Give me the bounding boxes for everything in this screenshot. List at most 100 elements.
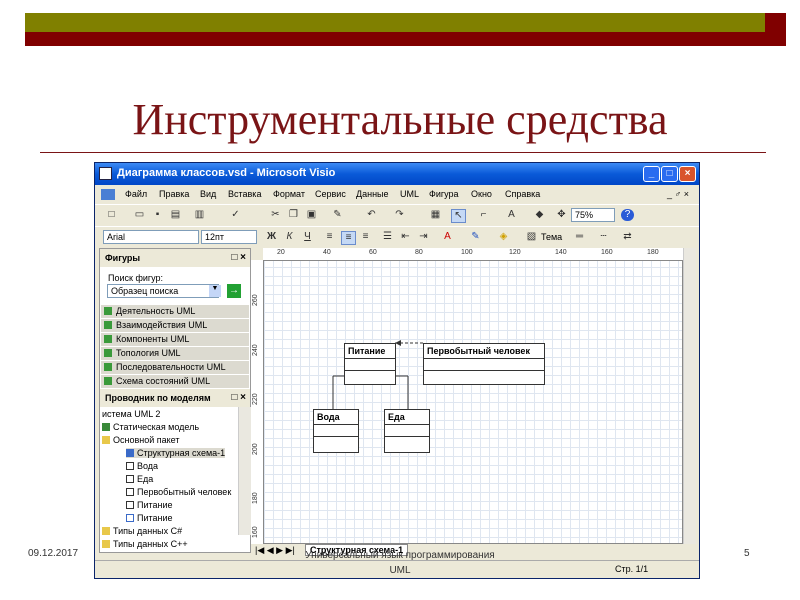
- save-icon[interactable]: ▪: [151, 209, 164, 221]
- theme-icon[interactable]: ▧: [525, 231, 538, 243]
- menu-view[interactable]: Вид: [200, 189, 216, 199]
- class-attributes: [314, 425, 358, 437]
- menu-tools[interactable]: Сервис: [315, 189, 346, 199]
- tree-item-main-package[interactable]: Основной пакет: [102, 435, 180, 445]
- shapes-icon[interactable]: ▦: [429, 209, 442, 221]
- format-painter-icon[interactable]: ✎: [331, 209, 344, 221]
- font-combo[interactable]: Arial: [103, 230, 199, 244]
- menu-bar: Файл Правка Вид Вставка Формат Сервис Да…: [95, 185, 699, 203]
- class-icon: [126, 462, 134, 470]
- class-operations: [314, 437, 358, 448]
- italic-icon[interactable]: К: [283, 231, 296, 243]
- tree-item-diagram[interactable]: Структурная схема-1: [126, 448, 226, 458]
- uml-class-primitive-man[interactable]: Первобытный человек: [423, 343, 545, 385]
- theme-label[interactable]: Тема: [541, 232, 562, 242]
- align-center-icon[interactable]: ≡: [341, 231, 356, 245]
- line-weight-icon[interactable]: ═: [573, 231, 586, 243]
- class-name: Первобытный человек: [424, 344, 544, 359]
- menu-shape[interactable]: Фигура: [429, 189, 459, 199]
- underline-icon[interactable]: Ч: [301, 231, 314, 243]
- align-right-icon[interactable]: ≡: [359, 231, 372, 243]
- shapes-pane-header: Фигуры □ ×: [100, 249, 250, 267]
- stencil-sequence[interactable]: Последовательности UML: [101, 361, 249, 375]
- stencil-component[interactable]: Компоненты UML: [101, 333, 249, 347]
- new-icon[interactable]: □: [105, 209, 118, 221]
- print-icon[interactable]: ▤: [169, 209, 182, 221]
- fill-color-icon[interactable]: ◈: [497, 231, 510, 243]
- uml-class-water[interactable]: Вода: [313, 409, 359, 453]
- print-preview-icon[interactable]: ▥: [193, 209, 206, 221]
- class-icon: [126, 475, 134, 483]
- doc-icon[interactable]: [101, 189, 115, 200]
- undo-icon[interactable]: ↶: [365, 209, 378, 221]
- stencil-deployment[interactable]: Топология UML: [101, 347, 249, 361]
- pane-close-icon[interactable]: □ ×: [231, 252, 246, 263]
- menu-insert[interactable]: Вставка: [228, 189, 261, 199]
- search-go-icon[interactable]: →: [227, 284, 241, 298]
- tree-item-static-model[interactable]: Статическая модель: [102, 422, 199, 432]
- maroon-corner: [765, 13, 786, 32]
- zoom-combo[interactable]: 75%: [571, 208, 615, 222]
- increase-indent-icon[interactable]: ⇥: [417, 231, 430, 243]
- menu-window[interactable]: Окно: [471, 189, 492, 199]
- line-pattern-icon[interactable]: ┄: [597, 231, 610, 243]
- stencil-activity[interactable]: Деятельность UML: [101, 305, 249, 319]
- canvas-vertical-scrollbar[interactable]: [683, 248, 696, 544]
- folder-icon: [102, 436, 110, 444]
- class-operations: [345, 371, 395, 382]
- spelling-icon[interactable]: ✓: [229, 209, 242, 221]
- bullets-icon[interactable]: ☰: [381, 231, 394, 243]
- menu-file[interactable]: Файл: [125, 189, 147, 199]
- pointer-tool-icon[interactable]: ↖: [451, 209, 466, 223]
- tree-item-cpp-types[interactable]: Типы данных C++: [102, 539, 188, 549]
- stencil-interaction[interactable]: Взаимодействия UML: [101, 319, 249, 333]
- shape-search-input[interactable]: Образец поиска: [107, 284, 219, 298]
- doc-window-controls[interactable]: _ ♂ ×: [667, 189, 689, 199]
- menu-uml[interactable]: UML: [400, 189, 419, 199]
- tree-item-system[interactable]: истема UML 2: [102, 409, 160, 419]
- pan-zoom-icon[interactable]: ✥: [555, 209, 568, 221]
- help-icon[interactable]: ?: [621, 209, 634, 221]
- stamp-icon[interactable]: ◆: [533, 209, 546, 221]
- align-left-icon[interactable]: ≡: [323, 231, 336, 243]
- copy-icon[interactable]: ❐: [287, 209, 300, 221]
- menu-edit[interactable]: Правка: [159, 189, 189, 199]
- explorer-close-icon[interactable]: □ ×: [231, 392, 246, 403]
- class-attributes: [345, 359, 395, 371]
- text-tool-icon[interactable]: A: [505, 209, 518, 221]
- tree-item-food[interactable]: Еда: [126, 474, 153, 484]
- open-icon[interactable]: ▭: [133, 209, 146, 221]
- tree-item-nutrition-2[interactable]: Питание: [126, 513, 173, 523]
- paste-icon[interactable]: ▣: [305, 209, 318, 221]
- menu-format[interactable]: Формат: [273, 189, 305, 199]
- shapes-pane: Фигуры □ × Поиск фигур: Образец поиска ▼…: [99, 248, 251, 553]
- bold-icon[interactable]: Ж: [265, 231, 278, 243]
- stencil-statechart[interactable]: Схема состояний UML: [101, 375, 249, 389]
- cut-icon[interactable]: ✂: [269, 209, 282, 221]
- line-color-icon[interactable]: ✎: [469, 231, 482, 243]
- menu-data[interactable]: Данные: [356, 189, 389, 199]
- minimize-button[interactable]: _: [643, 166, 660, 182]
- tree-item-water[interactable]: Вода: [126, 461, 158, 471]
- uml-class-nutrition[interactable]: Питание: [344, 343, 396, 385]
- explorer-scrollbar[interactable]: [238, 407, 251, 535]
- close-button[interactable]: ×: [679, 166, 696, 182]
- tree-item-csharp-types[interactable]: Типы данных C#: [102, 526, 182, 536]
- menu-help[interactable]: Справка: [505, 189, 540, 199]
- font-color-icon[interactable]: A: [441, 231, 454, 243]
- redo-icon[interactable]: ↷: [393, 209, 406, 221]
- search-dropdown-icon[interactable]: ▼: [209, 285, 221, 297]
- line-ends-icon[interactable]: ⇄: [621, 231, 634, 243]
- maximize-button[interactable]: □: [661, 166, 678, 182]
- font-size-combo[interactable]: 12пт: [201, 230, 257, 244]
- folder-icon: [102, 540, 110, 548]
- tree-item-primitive-man[interactable]: Первобытный человек: [126, 487, 231, 497]
- uml-connectors: [332, 340, 423, 409]
- tree-item-nutrition[interactable]: Питание: [126, 500, 173, 510]
- class-icon: [126, 501, 134, 509]
- uml-class-food[interactable]: Еда: [384, 409, 430, 453]
- model-icon: [102, 423, 110, 431]
- decrease-indent-icon[interactable]: ⇤: [399, 231, 412, 243]
- class-icon: [126, 488, 134, 496]
- connector-tool-icon[interactable]: ⌐: [477, 209, 490, 221]
